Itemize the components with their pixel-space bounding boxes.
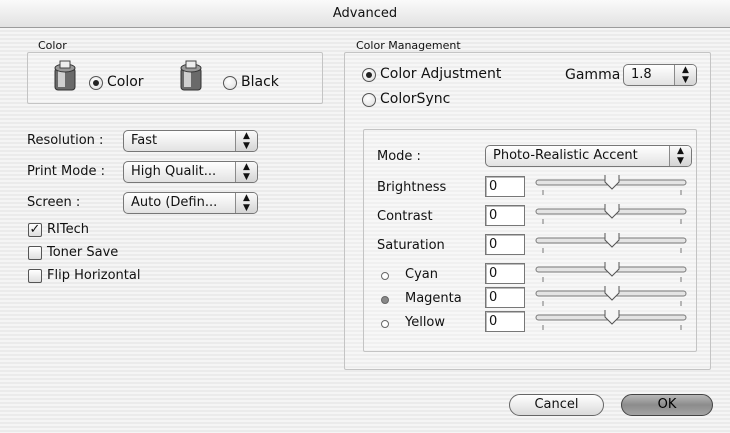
screen-popup[interactable]: Auto (Defin... ▲ ▼ [123,192,258,214]
ok-button[interactable]: OK [621,394,713,416]
colorsync-radio[interactable] [362,93,376,107]
print-mode-label: Print Mode : [27,164,105,179]
popup-arrows-icon: ▲ ▼ [674,65,696,85]
yellow-label: Yellow [405,315,446,330]
color-radio-label[interactable]: Color [107,74,144,90]
mode-value: Photo-Realistic Accent [493,148,638,163]
color-group-label: Color [38,39,67,52]
print-mode-popup[interactable]: High Qualit... ▲ ▼ [123,161,258,183]
brightness-label: Brightness [377,180,447,195]
cancel-button[interactable]: Cancel [509,394,604,416]
yellow-swatch-icon [381,320,389,328]
black-radio[interactable] [223,76,237,90]
popup-arrows-icon: ▲ ▼ [235,193,257,213]
color-adjustment-radio[interactable] [362,68,376,82]
gamma-value: 1.8 [631,67,652,82]
contrast-slider[interactable] [535,204,687,232]
saturation-field[interactable]: 0 [485,234,525,255]
black-radio-label[interactable]: Black [241,74,279,90]
ritech-checkbox[interactable]: ✓ [28,223,42,237]
mode-label: Mode : [377,149,421,164]
screen-label: Screen : [27,195,81,210]
yellow-slider[interactable] [535,310,687,338]
slider-thumb [604,233,620,248]
toner-save-label[interactable]: Toner Save [47,245,118,260]
ritech-label[interactable]: RITech [47,222,89,237]
popup-arrows-icon: ▲ ▼ [669,146,691,166]
gamma-label: Gamma [565,67,621,83]
slider-thumb [604,310,620,325]
resolution-value: Fast [131,133,158,148]
flip-horizontal-checkbox[interactable] [28,269,42,283]
slider-thumb [604,286,620,301]
slider-thumb [604,175,620,190]
brightness-field[interactable]: 0 [485,176,525,197]
gamma-popup[interactable]: 1.8 ▲ ▼ [623,64,697,86]
cyan-field[interactable]: 0 [485,263,525,284]
contrast-label: Contrast [377,209,433,224]
toner-save-checkbox[interactable] [28,246,42,260]
cyan-swatch-icon [381,272,389,280]
mode-popup[interactable]: Photo-Realistic Accent ▲ ▼ [485,145,692,167]
slider-thumb [604,262,620,277]
colorsync-label[interactable]: ColorSync [380,91,450,107]
slider-thumb [604,204,620,219]
resolution-label: Resolution : [27,133,104,148]
print-mode-value: High Qualit... [131,164,217,179]
popup-arrows-icon: ▲ ▼ [235,162,257,182]
yellow-field[interactable]: 0 [485,311,525,332]
window-title: Advanced [0,0,730,28]
saturation-slider[interactable] [535,233,687,261]
flip-horizontal-label[interactable]: Flip Horizontal [47,268,140,283]
color-adjustment-label[interactable]: Color Adjustment [380,66,501,82]
magenta-label: Magenta [405,291,462,306]
black-printer-icon [180,60,202,91]
magenta-swatch-icon [381,296,389,304]
popup-arrows-icon: ▲ ▼ [235,131,257,151]
color-radio[interactable] [89,76,103,90]
color-printer-icon [54,60,76,91]
brightness-slider[interactable] [535,175,687,203]
color-management-label: Color Management [356,39,461,52]
magenta-field[interactable]: 0 [485,287,525,308]
resolution-popup[interactable]: Fast ▲ ▼ [123,130,258,152]
saturation-label: Saturation [377,238,445,253]
cyan-label: Cyan [405,267,438,282]
screen-value: Auto (Defin... [131,195,218,210]
contrast-field[interactable]: 0 [485,205,525,226]
